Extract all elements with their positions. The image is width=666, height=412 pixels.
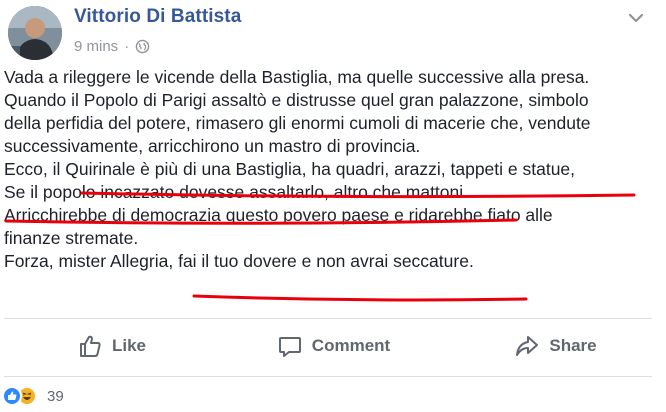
reaction-count: 39	[47, 387, 64, 405]
globe-icon[interactable]	[135, 39, 150, 54]
divider	[4, 376, 652, 377]
thumbs-up-icon	[79, 335, 101, 357]
post-line: Arricchirebbe di democrazia questo pover…	[4, 205, 553, 225]
share-icon	[516, 336, 539, 356]
avatar-photo	[8, 6, 62, 60]
like-label: Like	[111, 336, 147, 355]
post-line: successivamente, arricchirono un mastro …	[4, 136, 421, 156]
share-label: Share	[549, 336, 597, 355]
post-line: della perfidia del potere, rimasero gli …	[4, 113, 591, 133]
divider	[4, 318, 652, 319]
post-timestamp[interactable]: 9 mins	[74, 38, 118, 55]
chevron-down-icon[interactable]	[628, 12, 644, 24]
post-meta: 9 mins ·	[74, 38, 150, 55]
post-body: Vada a rileggere le vicende della Bastig…	[4, 66, 654, 273]
reactions-summary[interactable]: 39	[2, 386, 64, 406]
meta-separator: ·	[124, 38, 130, 55]
post-line: Quando il Popolo di Parigi assaltò e dis…	[4, 90, 589, 110]
post-line: Se il popolo incazzato dovesse assaltarl…	[4, 182, 469, 202]
avatar[interactable]	[8, 6, 62, 60]
underline-stroke	[192, 294, 528, 302]
comment-label: Comment	[311, 336, 391, 355]
like-icon	[2, 386, 22, 406]
comment-button[interactable]: Comment	[222, 324, 444, 368]
like-button[interactable]: Like	[0, 324, 222, 368]
share-button[interactable]: Share	[444, 324, 666, 368]
post-line: Forza, mister Allegria, fai il tuo dover…	[4, 251, 474, 271]
post-line: finanze stremate.	[4, 228, 139, 248]
author-name[interactable]: Vittorio Di Battista	[74, 6, 241, 28]
action-bar: Like Comment Share	[0, 324, 666, 368]
comment-icon	[278, 337, 301, 357]
post-line: Ecco, il Quirinale è più di una Bastigli…	[4, 159, 576, 179]
post-header: Vittorio Di Battista 9 mins ·	[0, 0, 666, 66]
post-line: Vada a rileggere le vicende della Bastig…	[4, 67, 590, 87]
